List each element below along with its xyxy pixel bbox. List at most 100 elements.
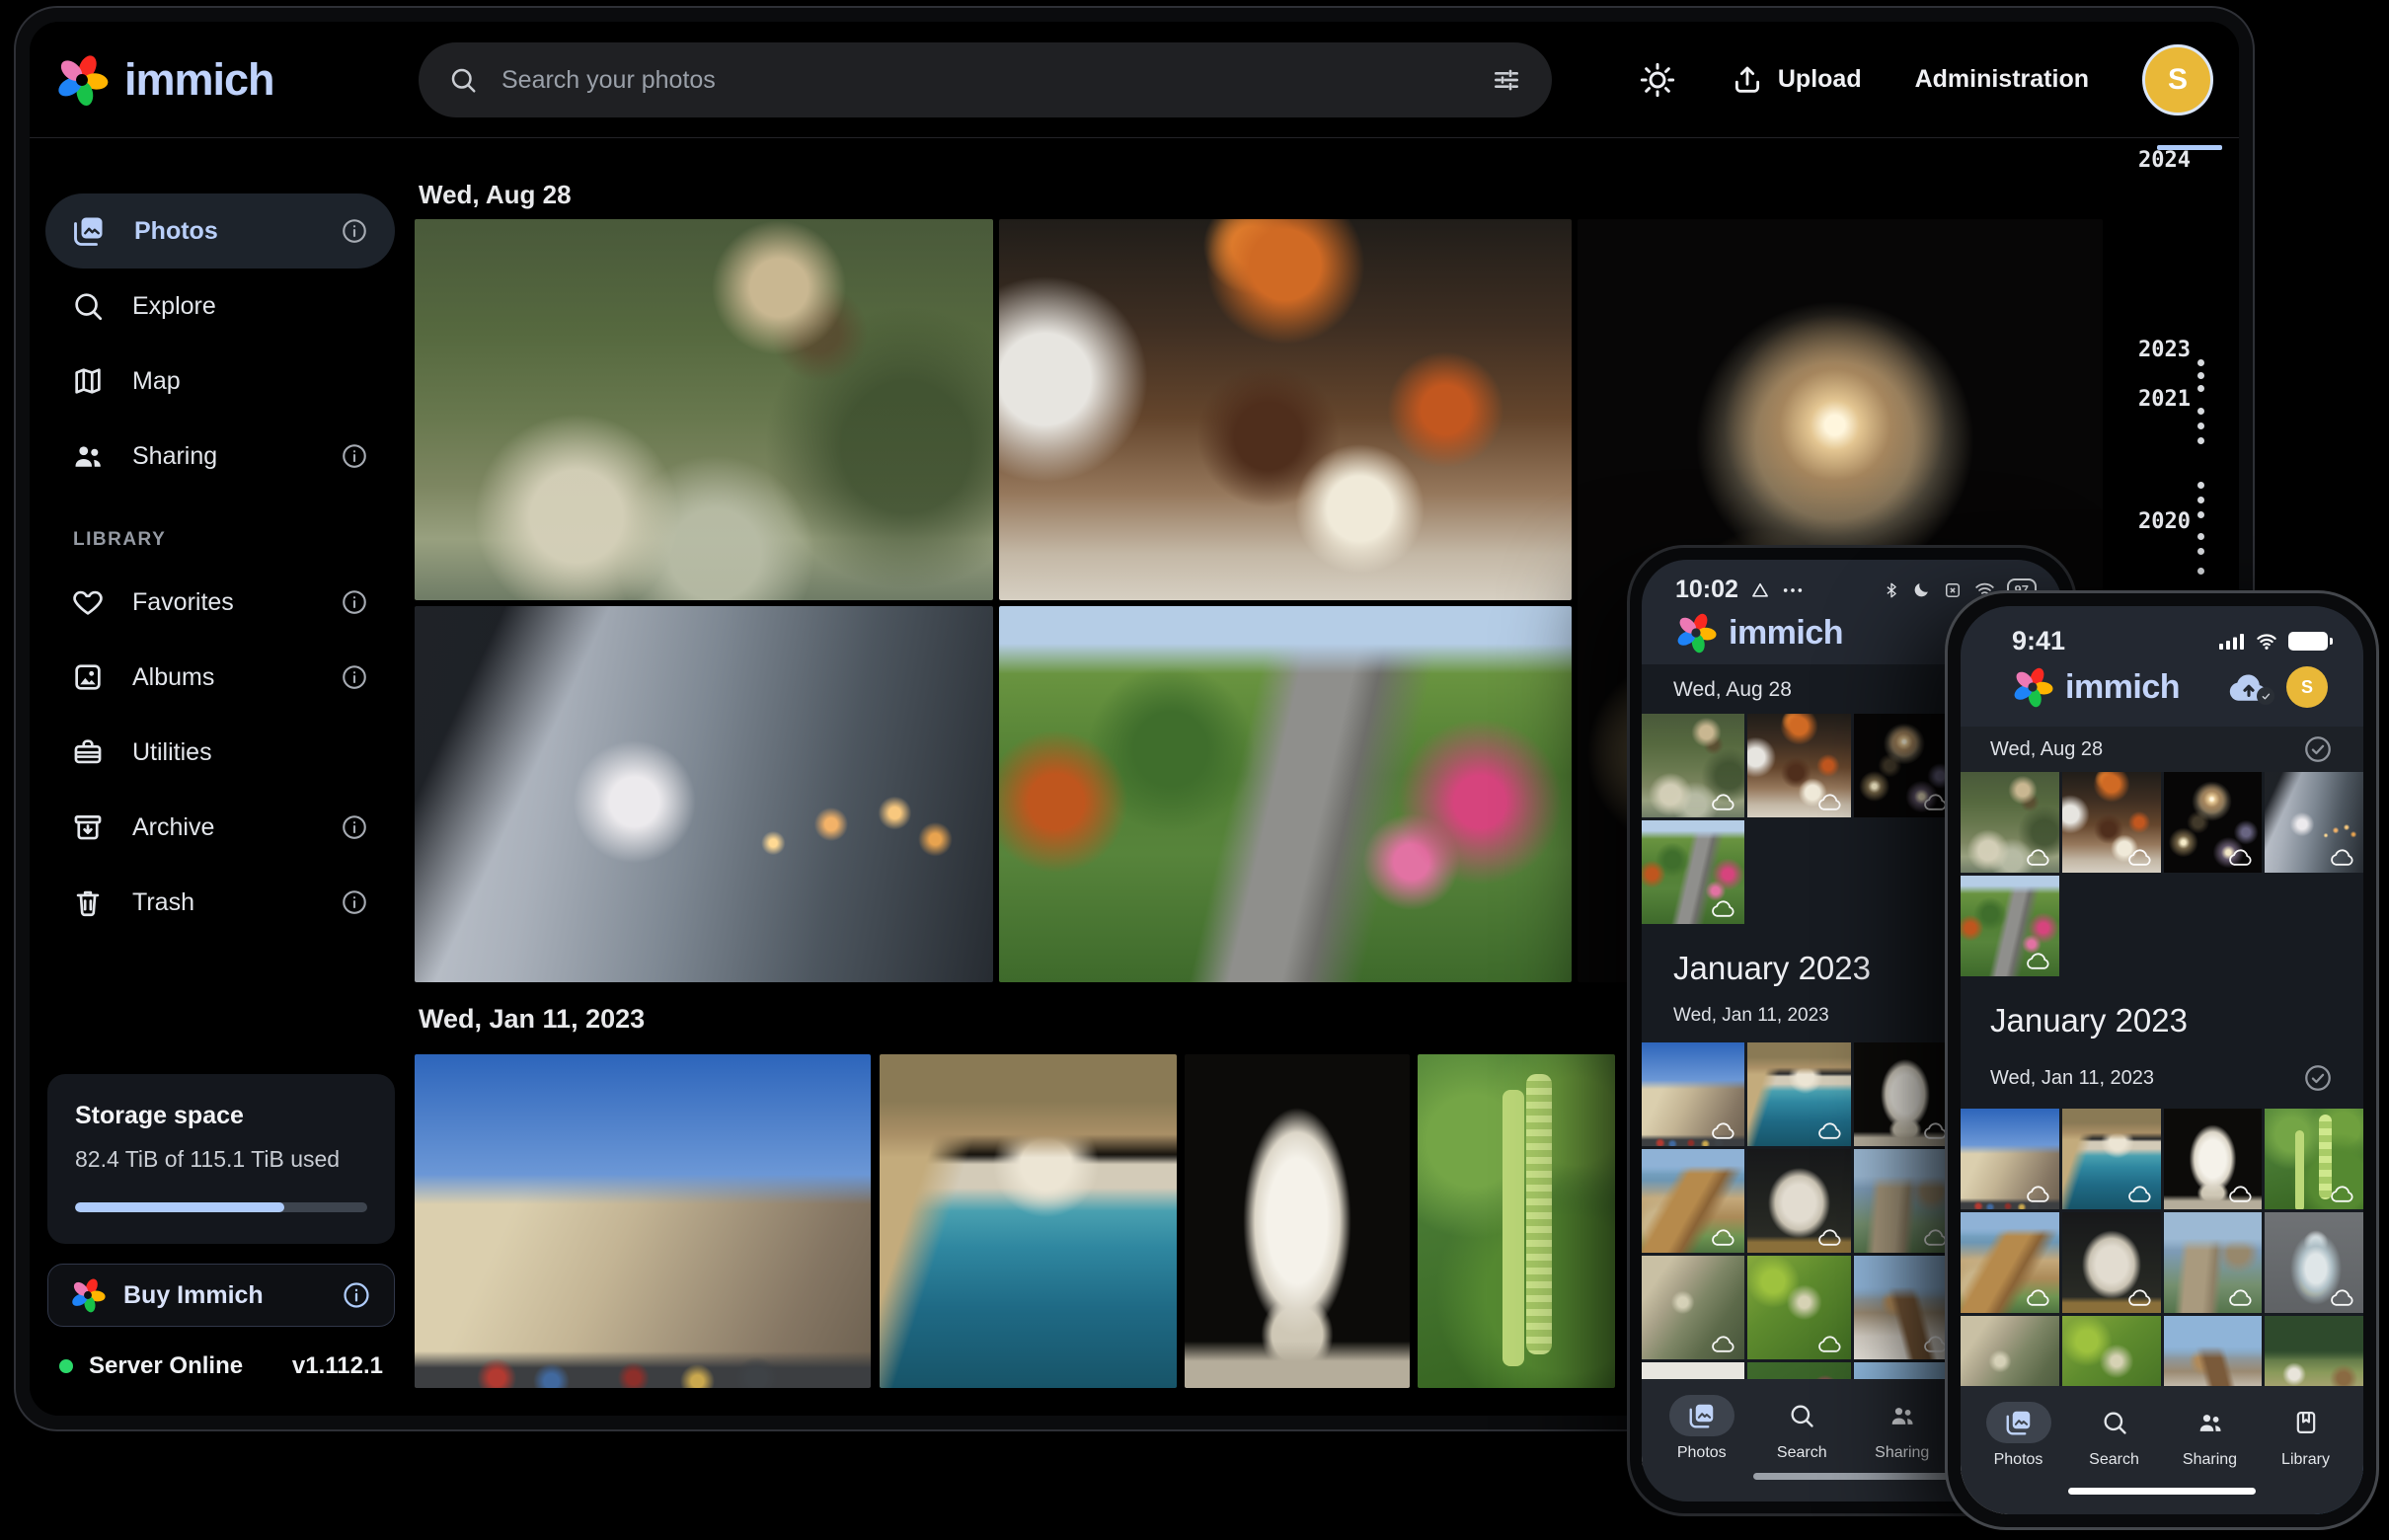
scrubber-year[interactable]: 2024 [2138,148,2217,173]
select-all-check-icon[interactable] [2302,733,2334,765]
photo-sculpt2[interactable] [1747,1149,1850,1253]
nav-item-photos[interactable]: Photos [1652,1395,1752,1502]
photo-lizard[interactable] [1642,1256,1744,1359]
user-avatar[interactable]: S [2142,44,2213,116]
buy-immich-button[interactable]: Buy Immich [47,1264,395,1327]
administration-link[interactable]: Administration [1915,65,2089,94]
sidebar-item-favorites[interactable]: Favorites [45,565,395,640]
cloud-backup-icon [1710,899,1736,918]
sidebar-item-photos[interactable]: Photos [45,193,395,269]
photo-castle[interactable] [1961,1109,2059,1209]
theme-sun-icon[interactable] [1638,60,1677,100]
scrubber-year[interactable]: 2021 [2138,387,2217,412]
photo-fireworks[interactable] [2164,772,2263,873]
filter-sliders-icon[interactable] [1491,64,1522,96]
photo-ruins[interactable] [2164,1212,2263,1313]
sidebar-item-trash[interactable]: Trash [45,865,395,940]
photo-dinner[interactable] [2062,772,2161,873]
info-icon[interactable] [340,441,369,471]
search-icon [1788,1402,1815,1429]
archive-icon [71,810,105,844]
photo-plant[interactable] [2265,1109,2363,1209]
storage-card: Storage space 82.4 TiB of 115.1 TiB used [47,1074,395,1244]
scrubber-year[interactable]: 2023 [2138,338,2217,362]
alert-triangle-icon [1750,580,1770,600]
photo-fortress-walls[interactable] [415,1054,871,1388]
sidebar-item-utilities[interactable]: Utilities [45,715,395,790]
photo-zoo[interactable] [1642,714,1744,817]
sidebar-item-archive[interactable]: Archive [45,790,395,865]
sidebar-item-map[interactable]: Map [45,344,395,419]
sidebar-item-sharing[interactable]: Sharing [45,419,395,494]
cloud-backup-icon [2329,1185,2355,1203]
photo-village[interactable] [1854,1256,1957,1359]
home-indicator[interactable] [2068,1488,2256,1495]
info-icon[interactable] [340,887,369,917]
nav-item-sharing[interactable]: Sharing [2162,1402,2258,1514]
status-bar: 9:41 [2012,626,2328,656]
info-icon[interactable] [340,812,369,842]
photo-sea-grapes[interactable] [1418,1054,1615,1388]
brand[interactable]: immich [55,53,274,107]
photo-hands[interactable] [2265,772,2363,873]
photo-path[interactable] [1961,876,2059,976]
photo-seaside[interactable] [1747,1042,1850,1146]
nav-item-search[interactable]: Search [2066,1402,2162,1514]
backup-cloud-icon[interactable] [2227,671,2271,703]
photo-zoo[interactable] [1961,772,2059,873]
nav-item-sharing[interactable]: Sharing [1852,1395,1953,1502]
info-icon[interactable] [340,587,369,617]
photo-seaside[interactable] [2062,1109,2161,1209]
photo-fireworks[interactable] [1854,714,1957,817]
photo-seaside-fort[interactable] [880,1054,1177,1388]
scrubber-year[interactable]: 2020 [2138,509,2217,534]
photo-ruins[interactable] [1854,1149,1957,1253]
photo-holding-hands[interactable] [415,606,993,982]
nav-item-search[interactable]: Search [1752,1395,1853,1502]
info-icon[interactable] [340,216,369,246]
sidebar: Photos Explore Map Sharing LIBRARY [30,138,417,1416]
people-icon [1888,1402,1916,1429]
cloud-backup-icon [2025,1185,2051,1203]
immich-logo-icon [55,53,109,107]
user-avatar[interactable]: S [2286,666,2328,708]
cellular-bars-icon [2219,633,2245,651]
nav-label: Sharing [1875,1444,1929,1462]
info-icon[interactable] [341,1279,372,1311]
date-header: Wed, Jan 11, 2023 [419,1004,645,1035]
photo-beach[interactable] [1961,1212,2059,1313]
toolbox-icon [71,735,105,769]
sidebar-item-albums[interactable]: Albums [45,640,395,715]
date-row: Wed, Jan 11, 2023 [1961,1055,2363,1101]
photo-trophy[interactable] [2265,1212,2363,1313]
nav-item-photos[interactable]: Photos [1970,1402,2066,1514]
select-all-check-icon[interactable] [2302,1062,2334,1094]
stage: immich Upload Administration S [0,0,2389,1540]
upload-button[interactable]: Upload [1731,63,1862,97]
sidebar-label: Trash [132,888,194,917]
wifi-icon [2255,633,2278,651]
photo-zoo-monkeys[interactable] [415,219,993,600]
cloud-backup-icon [2126,848,2153,867]
photos-icon [2004,1408,2034,1437]
sidebar-label: Utilities [132,738,212,767]
photo-dinner[interactable] [1747,714,1850,817]
photo-autumn-path[interactable] [999,606,1572,982]
photo-path[interactable] [1642,820,1744,924]
info-icon[interactable] [340,662,369,692]
search-bar[interactable] [419,42,1552,117]
search-input[interactable] [501,66,1467,95]
cloud-backup-icon [1710,1228,1736,1247]
photo-sculpt2[interactable] [2062,1212,2161,1313]
date-label: Wed, Jan 11, 2023 [1990,1067,2154,1090]
photo-bust[interactable] [1854,1042,1957,1146]
nav-item-library[interactable]: Library [2258,1402,2353,1514]
photo-bust[interactable] [2164,1109,2263,1209]
photo-dinner-table[interactable] [999,219,1572,600]
photo-castle[interactable] [1642,1042,1744,1146]
sidebar-item-explore[interactable]: Explore [45,269,395,344]
photo-beach[interactable] [1642,1149,1744,1253]
home-indicator[interactable] [1753,1473,1951,1480]
photo-marble-bust[interactable] [1185,1054,1410,1388]
photo-lizard2[interactable] [1747,1256,1850,1359]
